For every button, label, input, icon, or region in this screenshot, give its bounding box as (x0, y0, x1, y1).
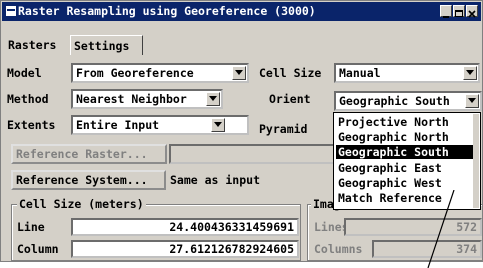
title-bar[interactable]: Raster Resampling using Georeference (30… (2, 2, 481, 21)
reference-system-value: Same as input (167, 170, 337, 190)
column-label: Column (17, 242, 59, 256)
orient-label: Orient (269, 92, 311, 106)
close-icon (468, 10, 476, 18)
orient-option[interactable]: Geographic East (336, 161, 478, 175)
model-label: Model (7, 66, 42, 80)
method-select-value: Nearest Neighbor (76, 92, 187, 106)
chevron-down-icon[interactable] (211, 118, 225, 132)
chevron-down-icon[interactable] (463, 66, 477, 80)
minimize-icon (443, 16, 449, 18)
minimize-button[interactable] (440, 5, 452, 18)
column-cell-size-field[interactable]: 27.612126782924605 (71, 240, 299, 258)
extents-select[interactable]: Entire Input (71, 115, 249, 135)
reference-raster-field (169, 144, 335, 164)
orient-option-selected[interactable]: Geographic South (336, 145, 478, 159)
reference-raster-button[interactable]: Reference Raster... (11, 144, 167, 164)
orient-option[interactable]: Geographic North (336, 130, 478, 144)
close-button[interactable] (466, 5, 478, 18)
orient-select[interactable]: Geographic South (334, 91, 482, 111)
callout-pointer-line (427, 190, 455, 268)
tab-rasters[interactable]: Rasters (5, 35, 59, 55)
method-label: Method (7, 92, 49, 106)
window-title: Raster Resampling using Georeference (30… (18, 4, 316, 18)
cell-size-select[interactable]: Manual (334, 63, 480, 83)
maximize-button[interactable] (453, 5, 465, 17)
maximize-icon (455, 10, 463, 17)
orient-select-value: Geographic South (339, 94, 450, 108)
orient-option[interactable]: Projective North (336, 115, 478, 129)
line-cell-size-field[interactable]: 24.400436331459691 (71, 218, 299, 236)
chevron-down-icon[interactable] (465, 94, 479, 108)
orient-option[interactable]: Geographic West (336, 176, 478, 190)
extents-select-value: Entire Input (76, 118, 160, 132)
image-lines-field: 572 (344, 218, 482, 236)
tab-settings[interactable]: Settings (70, 35, 143, 55)
line-label: Line (17, 220, 45, 234)
chevron-down-icon[interactable] (206, 92, 220, 106)
extents-label: Extents (7, 118, 56, 132)
pyramid-label: Pyramid (259, 122, 308, 136)
dropdown-scrollbar[interactable] (473, 114, 479, 208)
chevron-down-icon[interactable] (232, 66, 246, 80)
system-menu-icon[interactable] (6, 6, 16, 16)
cell-size-label: Cell Size (259, 66, 322, 80)
columns-label: Columns (314, 242, 363, 256)
cell-size-select-value: Manual (339, 66, 381, 80)
model-select[interactable]: From Georeference (71, 63, 249, 83)
reference-system-button[interactable]: Reference System... (11, 170, 166, 190)
model-select-value: From Georeference (76, 66, 194, 80)
cell-size-group-title: Cell Size (meters) (17, 197, 146, 211)
method-select[interactable]: Nearest Neighbor (71, 89, 223, 109)
